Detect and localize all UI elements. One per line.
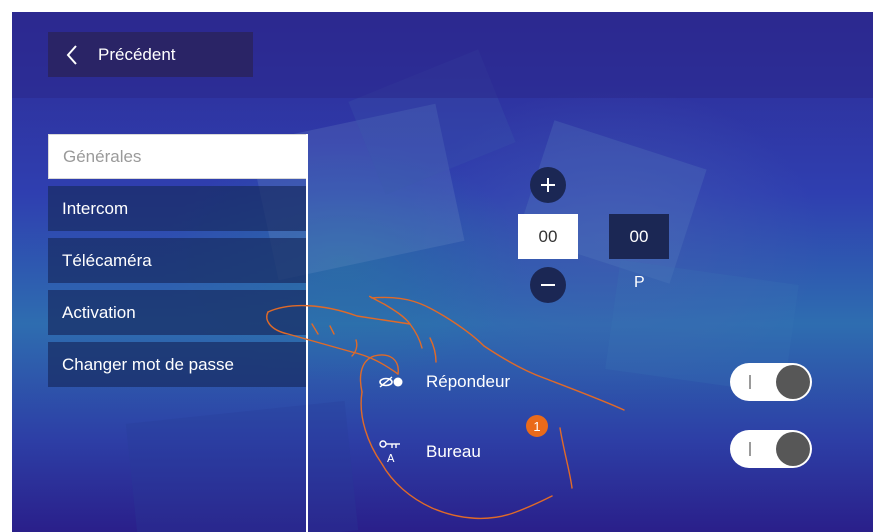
callout-badge: 1 [526,415,548,437]
menu-item-intercom[interactable]: Intercom [48,186,307,231]
touchscreen: Précédent Générales Intercom Télécaméra … [12,12,873,532]
code-value: 00 [629,226,649,246]
answering-machine-icon [379,376,403,388]
menu-item-label: Intercom [62,198,129,218]
menu-item-telecamera[interactable]: Télécaméra [48,238,307,283]
increment-button[interactable] [530,167,566,203]
toggle-on-mark [749,442,751,456]
menu-item-generales[interactable]: Générales [48,134,307,179]
minus-icon [541,284,555,286]
toggle-knob [776,365,810,399]
decrement-button[interactable] [530,267,566,303]
callout-number: 1 [533,418,541,434]
menu-item-changer-mot-de-passe[interactable]: Changer mot de passe [48,342,307,387]
option-label-bureau: Bureau [426,442,481,461]
code-field-label: P [634,274,645,291]
menu-item-label: Changer mot de passe [62,354,234,374]
code-value: 00 [538,226,558,246]
option-label-repondeur: Répondeur [426,372,511,391]
repondeur-toggle[interactable] [730,363,812,401]
office-key-icon: A [379,440,400,464]
chevron-left-icon [66,44,77,65]
menu-item-label: Activation [62,302,136,322]
code-field[interactable]: 00 [609,214,669,259]
toggle-knob [776,432,810,466]
bureau-toggle[interactable] [730,430,812,468]
menu-item-label: Générales [63,146,142,166]
menu-item-activation[interactable]: Activation [48,290,307,335]
panel-divider [306,134,308,532]
svg-text:A: A [387,452,395,464]
back-button[interactable]: Précédent [48,32,253,77]
background-shape [125,400,359,532]
code-field-active[interactable]: 00 [518,214,578,259]
plus-icon [541,178,555,192]
top-bar: Précédent [12,12,873,98]
back-button-label: Précédent [98,44,176,64]
settings-menu: Générales Intercom Télécaméra Activation… [48,134,307,394]
toggle-on-mark [749,375,751,389]
menu-item-label: Télécaméra [62,250,152,270]
